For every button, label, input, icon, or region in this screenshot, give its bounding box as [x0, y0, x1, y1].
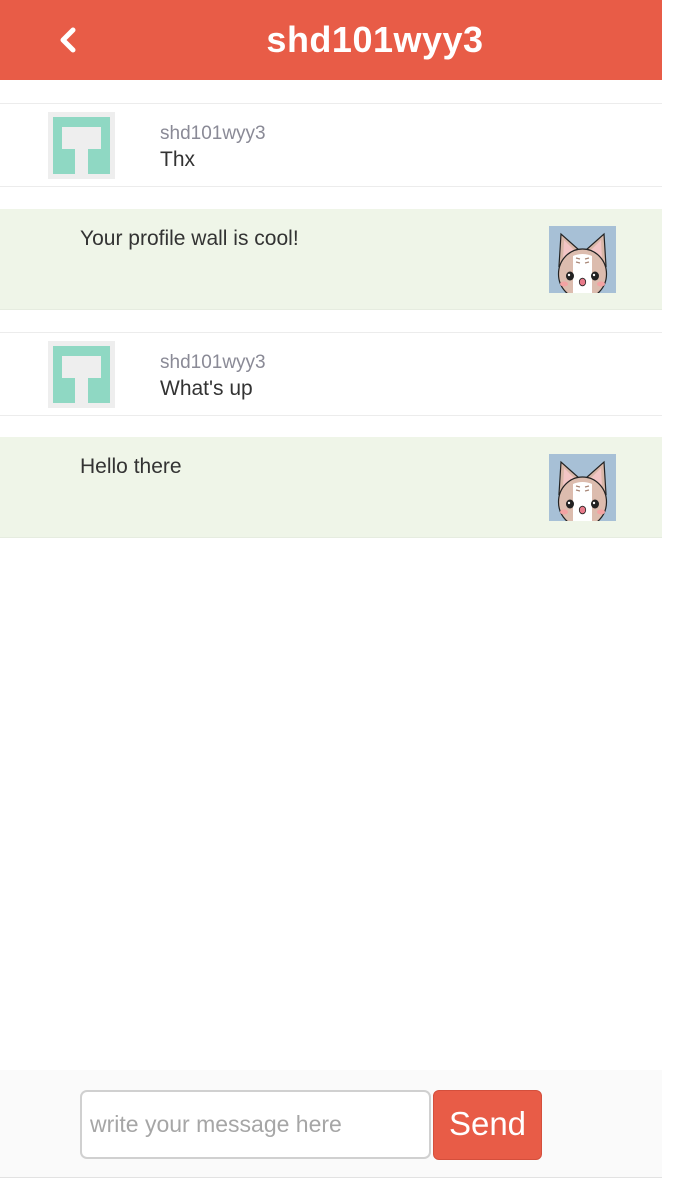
message-sender: shd101wyy3	[160, 352, 266, 373]
cat-face-icon	[549, 226, 616, 293]
message-composer: Send	[0, 1070, 662, 1178]
identicon-icon	[53, 346, 110, 403]
incoming-message: shd101wyy3 What's up	[0, 332, 662, 416]
message-text: What's up	[160, 377, 253, 400]
outgoing-message: Hello there	[0, 437, 662, 538]
message-text: Your profile wall is cool!	[80, 227, 299, 250]
cat-avatar[interactable]	[549, 226, 616, 293]
outgoing-message: Your profile wall is cool!	[0, 209, 662, 310]
incoming-message: shd101wyy3 Thx	[0, 103, 662, 187]
identicon-icon	[53, 117, 110, 174]
identicon-avatar[interactable]	[48, 112, 115, 179]
back-button[interactable]	[48, 18, 88, 62]
page-title: shd101wyy3	[266, 19, 484, 60]
header-bar: shd101wyy3	[0, 0, 662, 80]
message-sender: shd101wyy3	[160, 123, 266, 144]
chevron-left-icon	[60, 27, 76, 53]
identicon-avatar[interactable]	[48, 341, 115, 408]
message-input[interactable]	[80, 1090, 431, 1159]
send-button[interactable]: Send	[433, 1090, 542, 1160]
message-text: Thx	[160, 148, 196, 171]
cat-face-icon	[549, 454, 616, 521]
cat-avatar[interactable]	[549, 454, 616, 521]
chat-screen: shd101wyy3 shd101wyy3 Thx Your profile w…	[0, 0, 673, 1178]
message-text: Hello there	[80, 455, 182, 478]
